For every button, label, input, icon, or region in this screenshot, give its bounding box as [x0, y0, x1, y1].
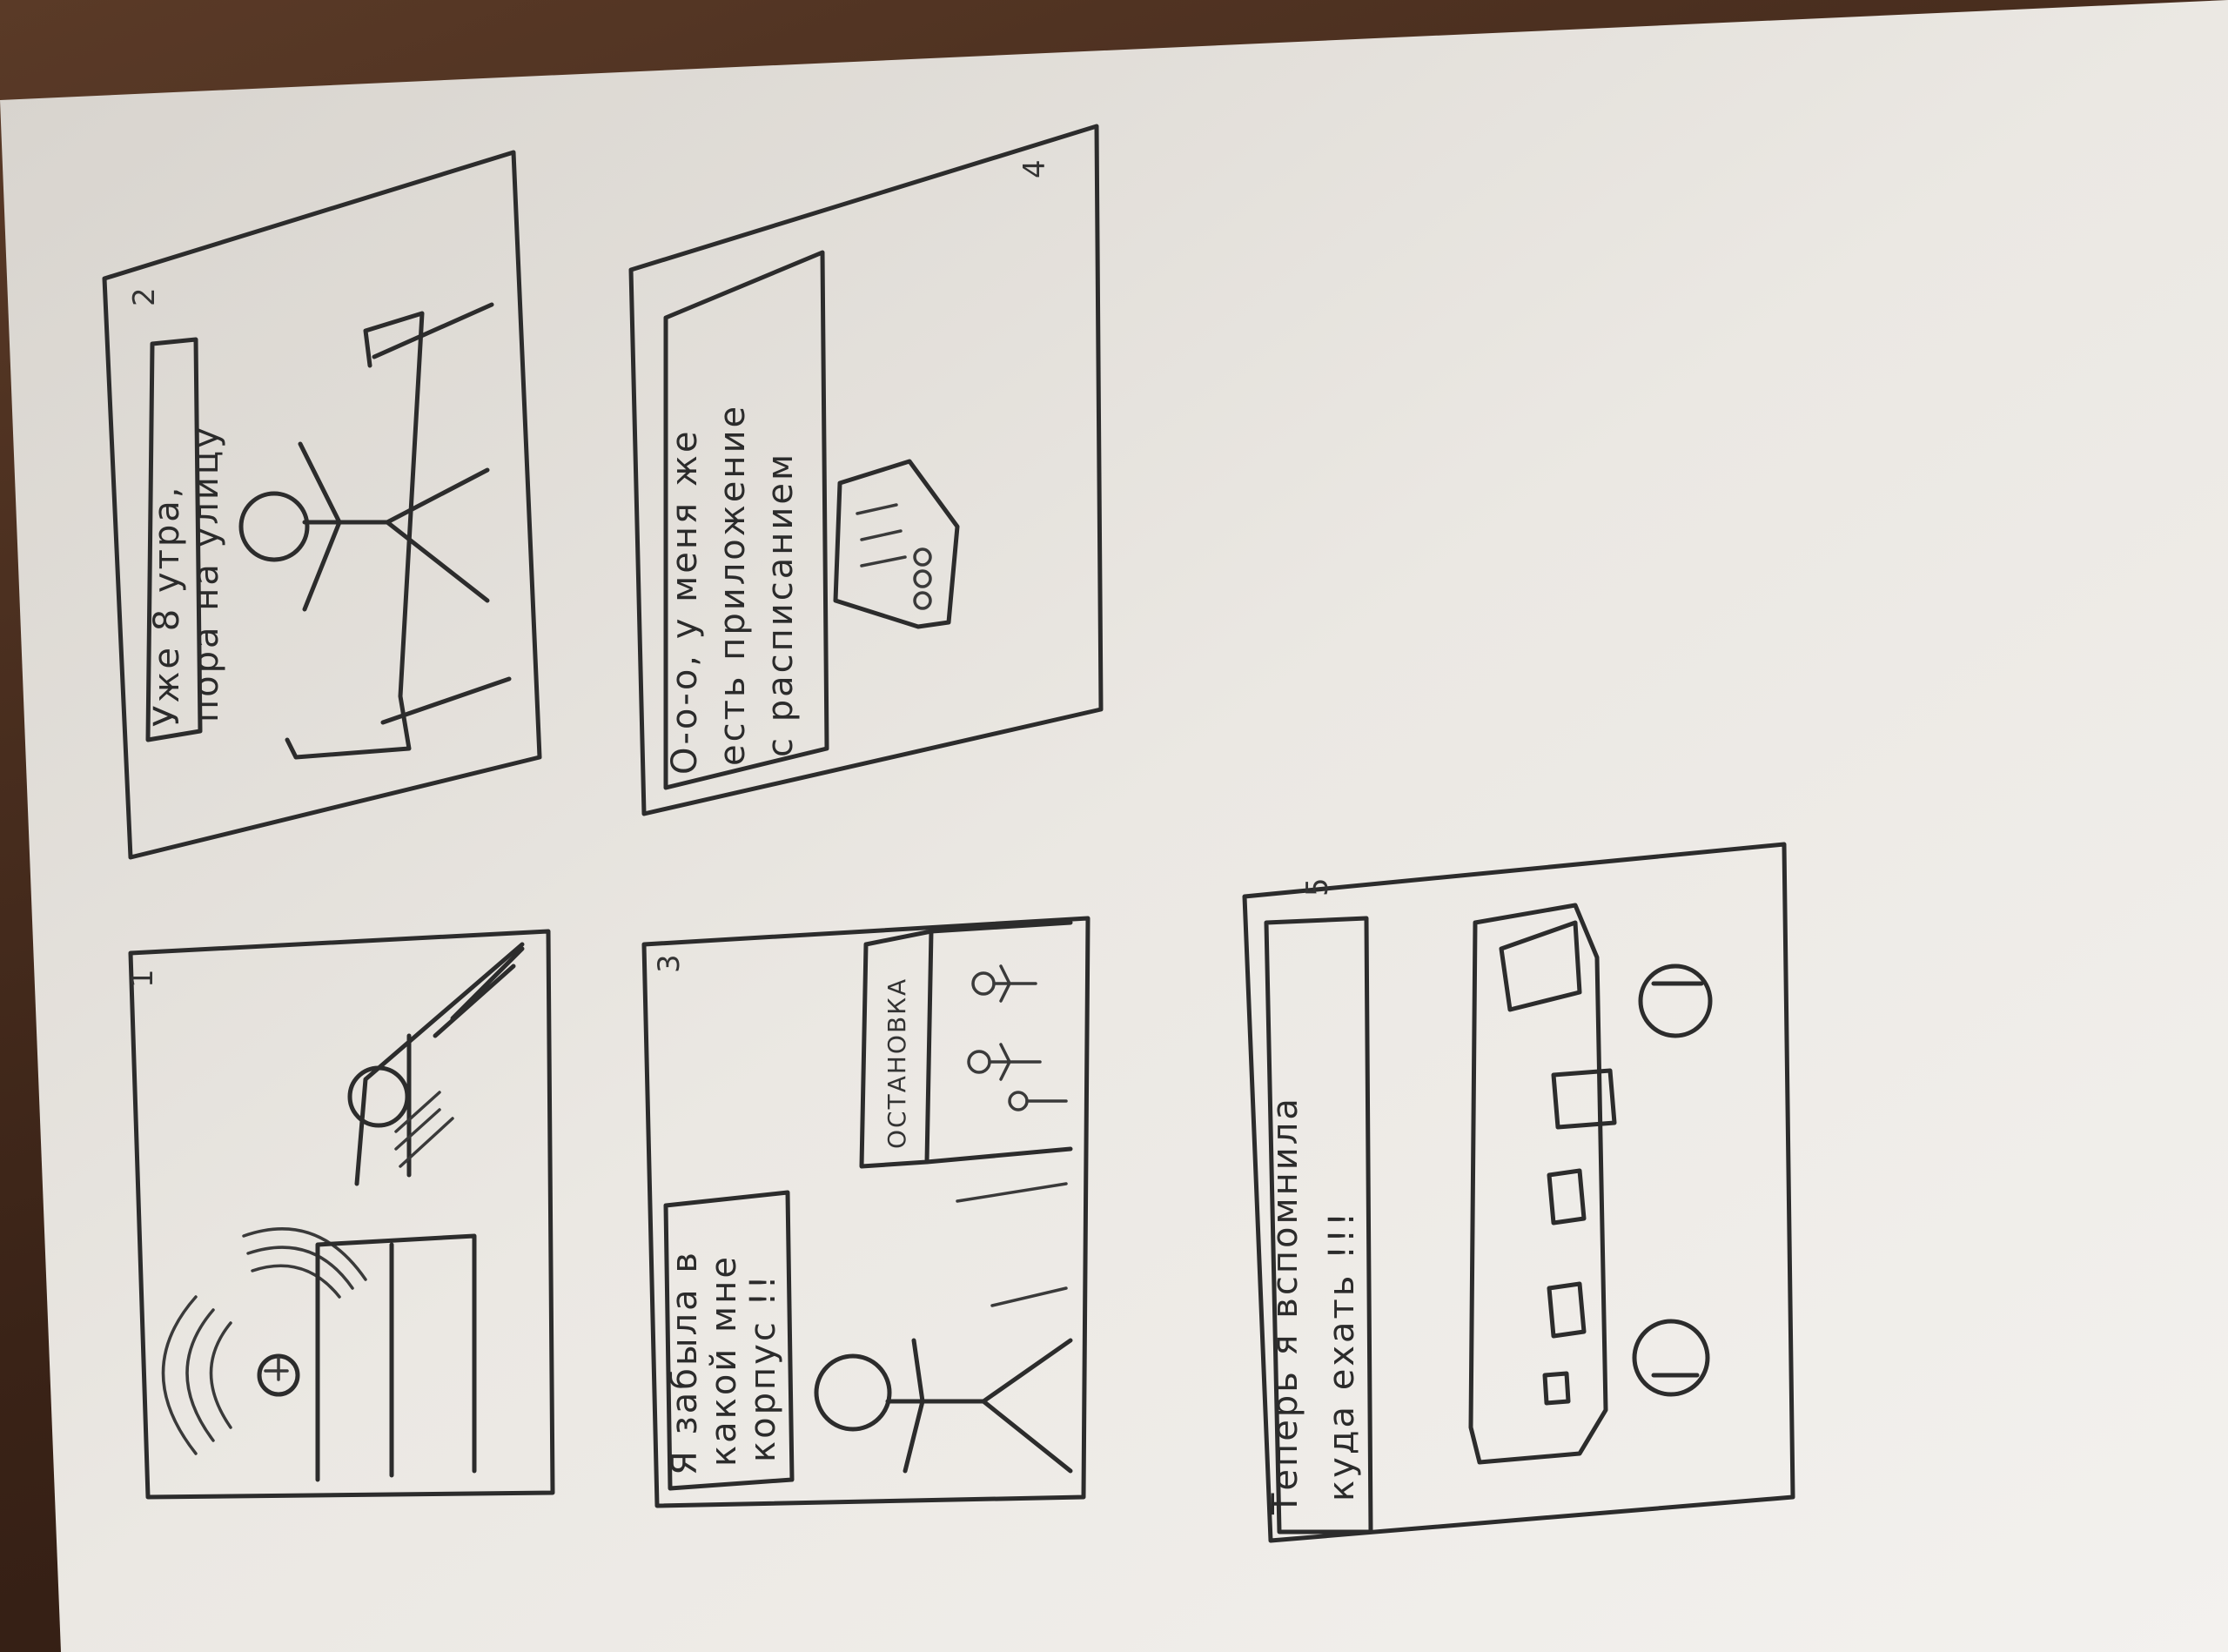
paper-sheet [0, 0, 2228, 1652]
panel-4-caption-line-3: с расписанием [761, 452, 801, 757]
panel-3-caption-line-3: корпус !! [743, 1273, 783, 1462]
panel-5-caption-line-1: Теперь я вспомнила [1265, 1096, 1305, 1515]
panel-5-number: 5 [1300, 877, 1335, 897]
panel-1-number: 1 [125, 969, 160, 988]
panel-4-number: 4 [1017, 159, 1052, 178]
panel-4-caption-line-2: есть приложение [713, 404, 753, 766]
storyboard-photo: 1 2 Уже 8 утра, пора на улицу 3 Я забыла… [0, 0, 2228, 1652]
panel-2-caption-line-1: Уже 8 утра, [147, 485, 187, 728]
bus-stop-sign: ОСТАНОВКА [882, 977, 911, 1149]
panel-4-caption-line-1: О-о-о, у меня же [665, 429, 705, 775]
panel-2-number: 2 [127, 287, 162, 306]
panel-3-caption-line-2: какой мне [704, 1254, 744, 1467]
panel-2-caption-line-2: пора на улицу [186, 425, 226, 722]
panel-3-number: 3 [652, 954, 687, 973]
panel-3-caption-line-1: Я забыла в [665, 1250, 705, 1475]
panel-5-caption-line-2: куда ехать !!! [1322, 1210, 1362, 1501]
